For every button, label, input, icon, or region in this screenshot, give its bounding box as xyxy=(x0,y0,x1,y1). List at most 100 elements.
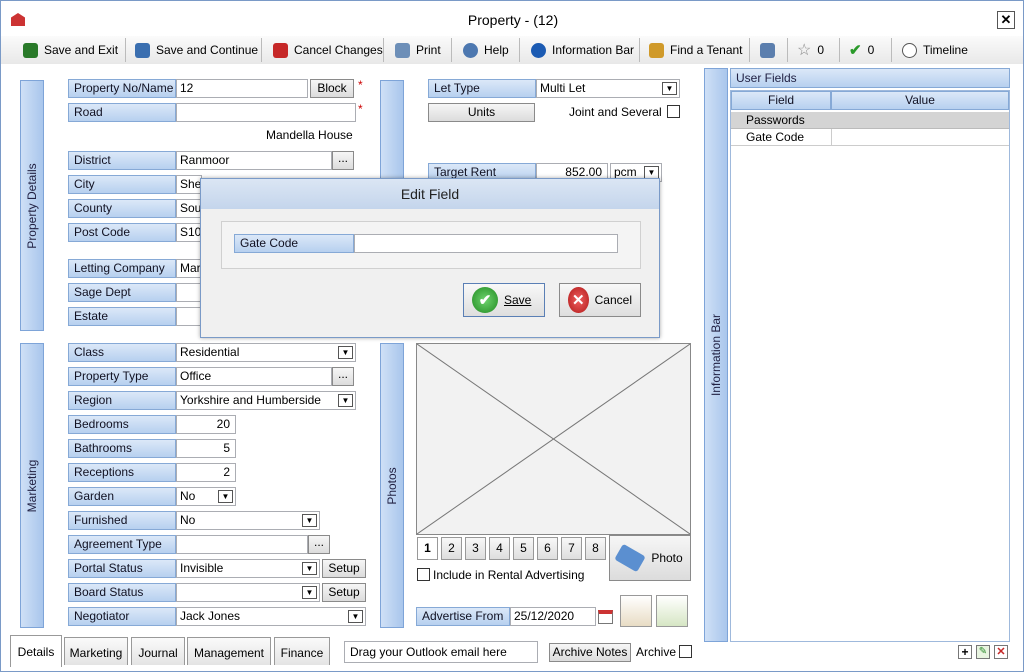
photo-placeholder[interactable] xyxy=(416,343,691,535)
tab-management[interactable]: Management xyxy=(187,637,271,665)
let-type-label: Let Type xyxy=(428,79,536,98)
class-select[interactable]: Residential ▼ xyxy=(176,343,356,362)
edit-icon[interactable]: ✎ xyxy=(976,645,990,659)
county-field[interactable]: South xyxy=(176,199,202,218)
sage-dept-label: Sage Dept xyxy=(68,283,176,302)
photo-page-8[interactable]: 8 xyxy=(585,537,606,560)
calendar-icon[interactable] xyxy=(598,610,613,624)
postcode-field[interactable]: S10 xyxy=(176,223,202,242)
property-type-lookup-button[interactable]: ... xyxy=(332,367,354,386)
garden-select[interactable]: No ▼ xyxy=(176,487,236,506)
document-info-icon xyxy=(760,42,775,58)
bedrooms-field[interactable]: 20 xyxy=(176,415,236,434)
sage-dept-field[interactable] xyxy=(176,283,202,302)
save-exit-label: Save and Exit xyxy=(44,43,119,57)
dialog-cancel-label: Cancel xyxy=(594,293,632,307)
board-setup-button[interactable]: Setup xyxy=(322,583,366,602)
negotiator-label: Negotiator xyxy=(68,607,176,626)
include-advertising-checkbox[interactable] xyxy=(417,568,430,581)
property-type-field[interactable]: Office xyxy=(176,367,332,386)
district-field[interactable]: Ranmoor xyxy=(176,151,332,170)
timeline-button[interactable]: Timeline xyxy=(896,39,974,61)
region-select[interactable]: Yorkshire and Humberside ▼ xyxy=(176,391,356,410)
photo-page-2[interactable]: 2 xyxy=(441,537,462,560)
negotiator-select[interactable]: Jack Jones ▼ xyxy=(176,607,366,626)
garden-value: No xyxy=(180,489,196,503)
board-status-label: Board Status xyxy=(68,583,176,602)
photo-page-5[interactable]: 5 xyxy=(513,537,534,560)
board-status-select[interactable]: ▼ xyxy=(176,583,320,602)
add-icon[interactable]: + xyxy=(958,645,972,659)
let-type-select[interactable]: Multi Let ▼ xyxy=(536,79,680,98)
table-row[interactable]: Gate Code xyxy=(731,129,1009,146)
information-bar-panel[interactable]: Information Bar xyxy=(704,68,728,642)
bathrooms-label: Bathrooms xyxy=(68,439,176,458)
map-pin-icon[interactable] xyxy=(620,595,652,627)
let-type-value: Multi Let xyxy=(540,81,586,95)
receptions-label: Receptions xyxy=(68,463,176,482)
cancel-changes-button[interactable]: Cancel Changes xyxy=(267,39,389,61)
district-lookup-button[interactable]: ... xyxy=(332,151,354,170)
print-button[interactable]: Print xyxy=(389,39,447,61)
chevron-down-icon: ▼ xyxy=(348,610,363,623)
property-no-field[interactable]: 12 xyxy=(176,79,308,98)
street-map-icon[interactable] xyxy=(656,595,688,627)
block-button[interactable]: Block xyxy=(310,79,354,98)
bathrooms-field[interactable]: 5 xyxy=(176,439,236,458)
include-advertising-label: Include in Rental Advertising xyxy=(433,568,585,582)
close-window-button[interactable]: ✕ xyxy=(997,11,1015,29)
field-column-header[interactable]: Field xyxy=(731,91,831,110)
dialog-field-input[interactable] xyxy=(354,234,618,253)
document-info-button[interactable] xyxy=(754,39,781,61)
tab-marketing[interactable]: Marketing xyxy=(64,637,128,665)
furnished-select[interactable]: No ▼ xyxy=(176,511,320,530)
archive-notes-button[interactable]: Archive Notes xyxy=(549,643,631,662)
receptions-field[interactable]: 2 xyxy=(176,463,236,482)
help-button[interactable]: Help xyxy=(457,39,515,61)
portal-status-select[interactable]: Invisible ▼ xyxy=(176,559,320,578)
photo-page-7[interactable]: 7 xyxy=(561,537,582,560)
information-bar-button[interactable]: Information Bar xyxy=(525,39,640,61)
agreement-type-field[interactable] xyxy=(176,535,308,554)
portal-setup-button[interactable]: Setup xyxy=(322,559,366,578)
column-divider xyxy=(831,129,832,146)
passwords-field-cell: Passwords xyxy=(746,113,805,127)
archive-checkbox[interactable] xyxy=(679,645,692,658)
letting-company-field[interactable]: Mar xyxy=(176,259,202,278)
photo-page-6[interactable]: 6 xyxy=(537,537,558,560)
advertise-from-field[interactable]: 25/12/2020 xyxy=(510,607,596,626)
photos-panel: Photos xyxy=(380,343,404,628)
units-button[interactable]: Units xyxy=(428,103,535,122)
joint-several-checkbox[interactable] xyxy=(667,105,680,118)
save-continue-icon xyxy=(135,42,150,58)
user-fields-grid: Field Value Passwords Gate Code xyxy=(730,90,1010,642)
save-exit-button[interactable]: Save and Exit xyxy=(17,39,124,61)
road-field[interactable] xyxy=(176,103,356,122)
joint-several-label: Joint and Several xyxy=(569,105,662,119)
save-continue-button[interactable]: Save and Continue xyxy=(129,39,264,61)
add-photo-button[interactable]: Photo xyxy=(609,535,691,581)
photo-page-3[interactable]: 3 xyxy=(465,537,486,560)
chevron-down-icon: ▼ xyxy=(338,394,353,407)
find-tenant-button[interactable]: Find a Tenant xyxy=(643,39,749,61)
dialog-save-button[interactable]: ✔ Save xyxy=(463,283,545,317)
delete-icon[interactable]: ✕ xyxy=(994,645,1008,659)
tick-button[interactable]: ✔ 0 xyxy=(843,39,880,61)
table-row[interactable]: Passwords xyxy=(731,112,1009,129)
tab-journal[interactable]: Journal xyxy=(131,637,185,665)
district-label: District xyxy=(68,151,176,170)
star-button[interactable]: ☆ 0 xyxy=(791,39,830,61)
estate-field[interactable] xyxy=(176,307,202,326)
value-column-header[interactable]: Value xyxy=(831,91,1009,110)
outlook-drop-zone[interactable]: Drag your Outlook email here xyxy=(344,641,538,663)
city-field[interactable]: Shef xyxy=(176,175,202,194)
photo-page-1[interactable]: 1 xyxy=(417,537,438,560)
photo-page-4[interactable]: 4 xyxy=(489,537,510,560)
cancel-changes-icon xyxy=(273,42,288,58)
printer-icon xyxy=(395,42,410,58)
county-label: County xyxy=(68,199,176,218)
agreement-type-lookup-button[interactable]: ... xyxy=(308,535,330,554)
tab-finance[interactable]: Finance xyxy=(274,637,330,665)
dialog-cancel-button[interactable]: ✕ Cancel xyxy=(559,283,641,317)
tab-details[interactable]: Details xyxy=(10,635,62,667)
